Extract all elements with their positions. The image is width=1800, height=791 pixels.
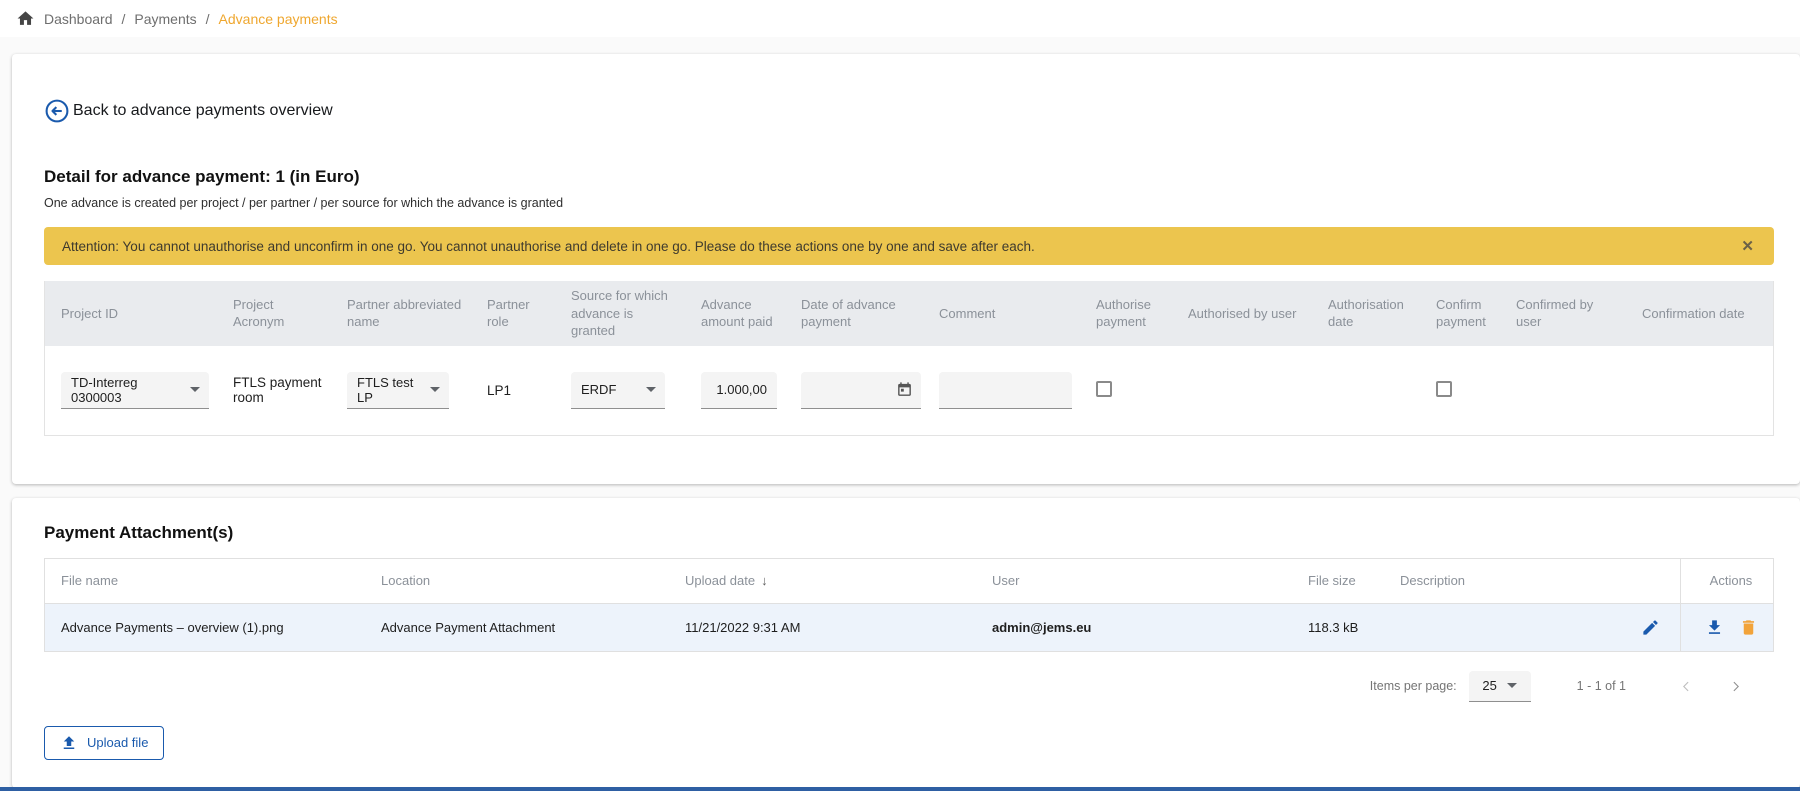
warning-text: Attention: You cannot unauthorise and un… bbox=[62, 239, 1035, 254]
warning-banner: Attention: You cannot unauthorise and un… bbox=[44, 227, 1774, 265]
items-per-page-label: Items per page: bbox=[1370, 679, 1457, 693]
download-icon bbox=[1705, 618, 1724, 637]
date-of-advance-payment-input[interactable] bbox=[801, 372, 921, 409]
breadcrumb-separator: / bbox=[122, 11, 126, 27]
calendar-icon[interactable] bbox=[896, 381, 913, 398]
attachments-title: Payment Attachment(s) bbox=[44, 523, 1774, 543]
page-title: Detail for advance payment: 1 (in Euro) bbox=[44, 167, 1774, 187]
sort-descending-icon: ↓ bbox=[761, 573, 768, 588]
col-header-advance-amount-paid: Advance amount paid bbox=[685, 296, 785, 331]
col-header-source: Source for which advance is granted bbox=[555, 287, 685, 340]
file-name-cell: Advance Payments – overview (1).png bbox=[45, 620, 365, 635]
chevron-down-icon bbox=[1507, 683, 1517, 688]
pencil-icon bbox=[1641, 618, 1660, 637]
upload-file-button[interactable]: Upload file bbox=[44, 726, 164, 760]
upload-button-label: Upload file bbox=[87, 735, 148, 750]
page-range-label: 1 - 1 of 1 bbox=[1577, 679, 1626, 693]
confirm-payment-checkbox[interactable] bbox=[1436, 381, 1452, 397]
col-header-actions: Actions bbox=[1680, 559, 1773, 603]
col-header-file-size: File size bbox=[1292, 573, 1384, 588]
source-value: ERDF bbox=[581, 382, 616, 397]
col-header-description: Description bbox=[1384, 573, 1680, 588]
partner-role-value: LP1 bbox=[471, 383, 555, 398]
previous-page-button[interactable] bbox=[1674, 674, 1699, 699]
attachments-table-header: File name Location Upload date ↓ User Fil… bbox=[45, 559, 1773, 603]
col-header-confirmation-date: Confirmation date bbox=[1626, 305, 1775, 323]
items-per-page-value: 25 bbox=[1482, 678, 1496, 693]
items-per-page-select[interactable]: 25 bbox=[1469, 671, 1531, 702]
col-header-confirm-payment: Confirm payment bbox=[1420, 296, 1500, 331]
download-button[interactable] bbox=[1705, 618, 1724, 637]
breadcrumb-item-advance-payments[interactable]: Advance payments bbox=[219, 11, 338, 27]
project-acronym-value: FTLS payment room bbox=[217, 375, 331, 405]
col-header-comment: Comment bbox=[923, 305, 1080, 323]
footer-accent-bar bbox=[0, 787, 1800, 791]
arrow-back-circle-icon bbox=[44, 98, 70, 124]
partner-value: FTLS test LP bbox=[357, 375, 430, 405]
chevron-down-icon bbox=[190, 387, 200, 392]
description-cell bbox=[1384, 618, 1680, 637]
edit-description-button[interactable] bbox=[1641, 618, 1660, 637]
col-header-file-name: File name bbox=[45, 573, 365, 588]
upload-date-cell: 11/21/2022 9:31 AM bbox=[669, 620, 976, 635]
home-icon[interactable] bbox=[16, 9, 35, 28]
upload-date-header-label: Upload date bbox=[685, 573, 755, 588]
col-header-partner-abbreviated-name: Partner abbreviated name bbox=[331, 296, 471, 331]
project-id-select[interactable]: TD-Interreg 0300003 bbox=[61, 372, 209, 409]
col-header-authorised-by-user: Authorised by user bbox=[1172, 305, 1312, 323]
col-header-confirmed-by-user: Confirmed by user bbox=[1500, 296, 1626, 331]
authorise-payment-checkbox[interactable] bbox=[1096, 381, 1112, 397]
col-header-location: Location bbox=[365, 573, 669, 588]
back-link-label: Back to advance payments overview bbox=[73, 102, 333, 120]
paginator: Items per page: 25 1 - 1 of 1 bbox=[44, 671, 1774, 702]
partner-select[interactable]: FTLS test LP bbox=[347, 372, 449, 409]
upload-icon bbox=[60, 734, 78, 752]
attachment-row: Advance Payments – overview (1).png Adva… bbox=[45, 603, 1773, 651]
close-icon[interactable]: ✕ bbox=[1741, 239, 1754, 254]
payment-attachments-card: Payment Attachment(s) File name Location… bbox=[12, 498, 1800, 788]
advance-payment-row: TD-Interreg 0300003 FTLS payment room FT… bbox=[45, 346, 1773, 435]
file-size-cell: 118.3 kB bbox=[1292, 620, 1384, 635]
comment-input[interactable] bbox=[939, 372, 1072, 409]
col-header-authorisation-date: Authorisation date bbox=[1312, 296, 1420, 331]
trash-icon bbox=[1739, 618, 1758, 637]
source-select[interactable]: ERDF bbox=[571, 372, 665, 409]
advance-payment-detail-card: Back to advance payments overview Detail… bbox=[12, 54, 1800, 484]
location-cell: Advance Payment Attachment bbox=[365, 620, 669, 635]
chevron-down-icon bbox=[430, 387, 440, 392]
page-subtitle: One advance is created per project / per… bbox=[44, 196, 1774, 210]
col-header-upload-date[interactable]: Upload date ↓ bbox=[669, 573, 976, 588]
back-to-overview-link[interactable]: Back to advance payments overview bbox=[44, 98, 333, 124]
breadcrumb: Dashboard / Payments / Advance payments bbox=[0, 0, 1800, 37]
chevron-right-icon bbox=[1729, 680, 1742, 693]
delete-button[interactable] bbox=[1739, 618, 1758, 637]
col-header-project-id: Project ID bbox=[45, 305, 217, 323]
breadcrumb-item-payments[interactable]: Payments bbox=[134, 11, 196, 27]
advance-payment-table-header: Project ID Project Acronym Partner abbre… bbox=[45, 281, 1773, 346]
advance-payment-table: Project ID Project Acronym Partner abbre… bbox=[44, 281, 1774, 436]
col-header-partner-role: Partner role bbox=[471, 296, 555, 331]
col-header-project-acronym: Project Acronym bbox=[217, 296, 331, 331]
advance-amount-input[interactable] bbox=[701, 372, 777, 409]
chevron-down-icon bbox=[646, 387, 656, 392]
chevron-left-icon bbox=[1680, 680, 1693, 693]
col-header-authorise-payment: Authorise payment bbox=[1080, 296, 1172, 331]
col-header-date-of-advance-payment: Date of advance payment bbox=[785, 296, 923, 331]
actions-cell bbox=[1680, 604, 1773, 651]
breadcrumb-item-dashboard[interactable]: Dashboard bbox=[44, 11, 113, 27]
breadcrumb-separator: / bbox=[206, 11, 210, 27]
user-cell: admin@jems.eu bbox=[976, 620, 1292, 635]
attachments-table: File name Location Upload date ↓ User Fil… bbox=[44, 558, 1774, 652]
next-page-button[interactable] bbox=[1723, 674, 1748, 699]
project-id-value: TD-Interreg 0300003 bbox=[71, 375, 190, 405]
col-header-user: User bbox=[976, 573, 1292, 588]
